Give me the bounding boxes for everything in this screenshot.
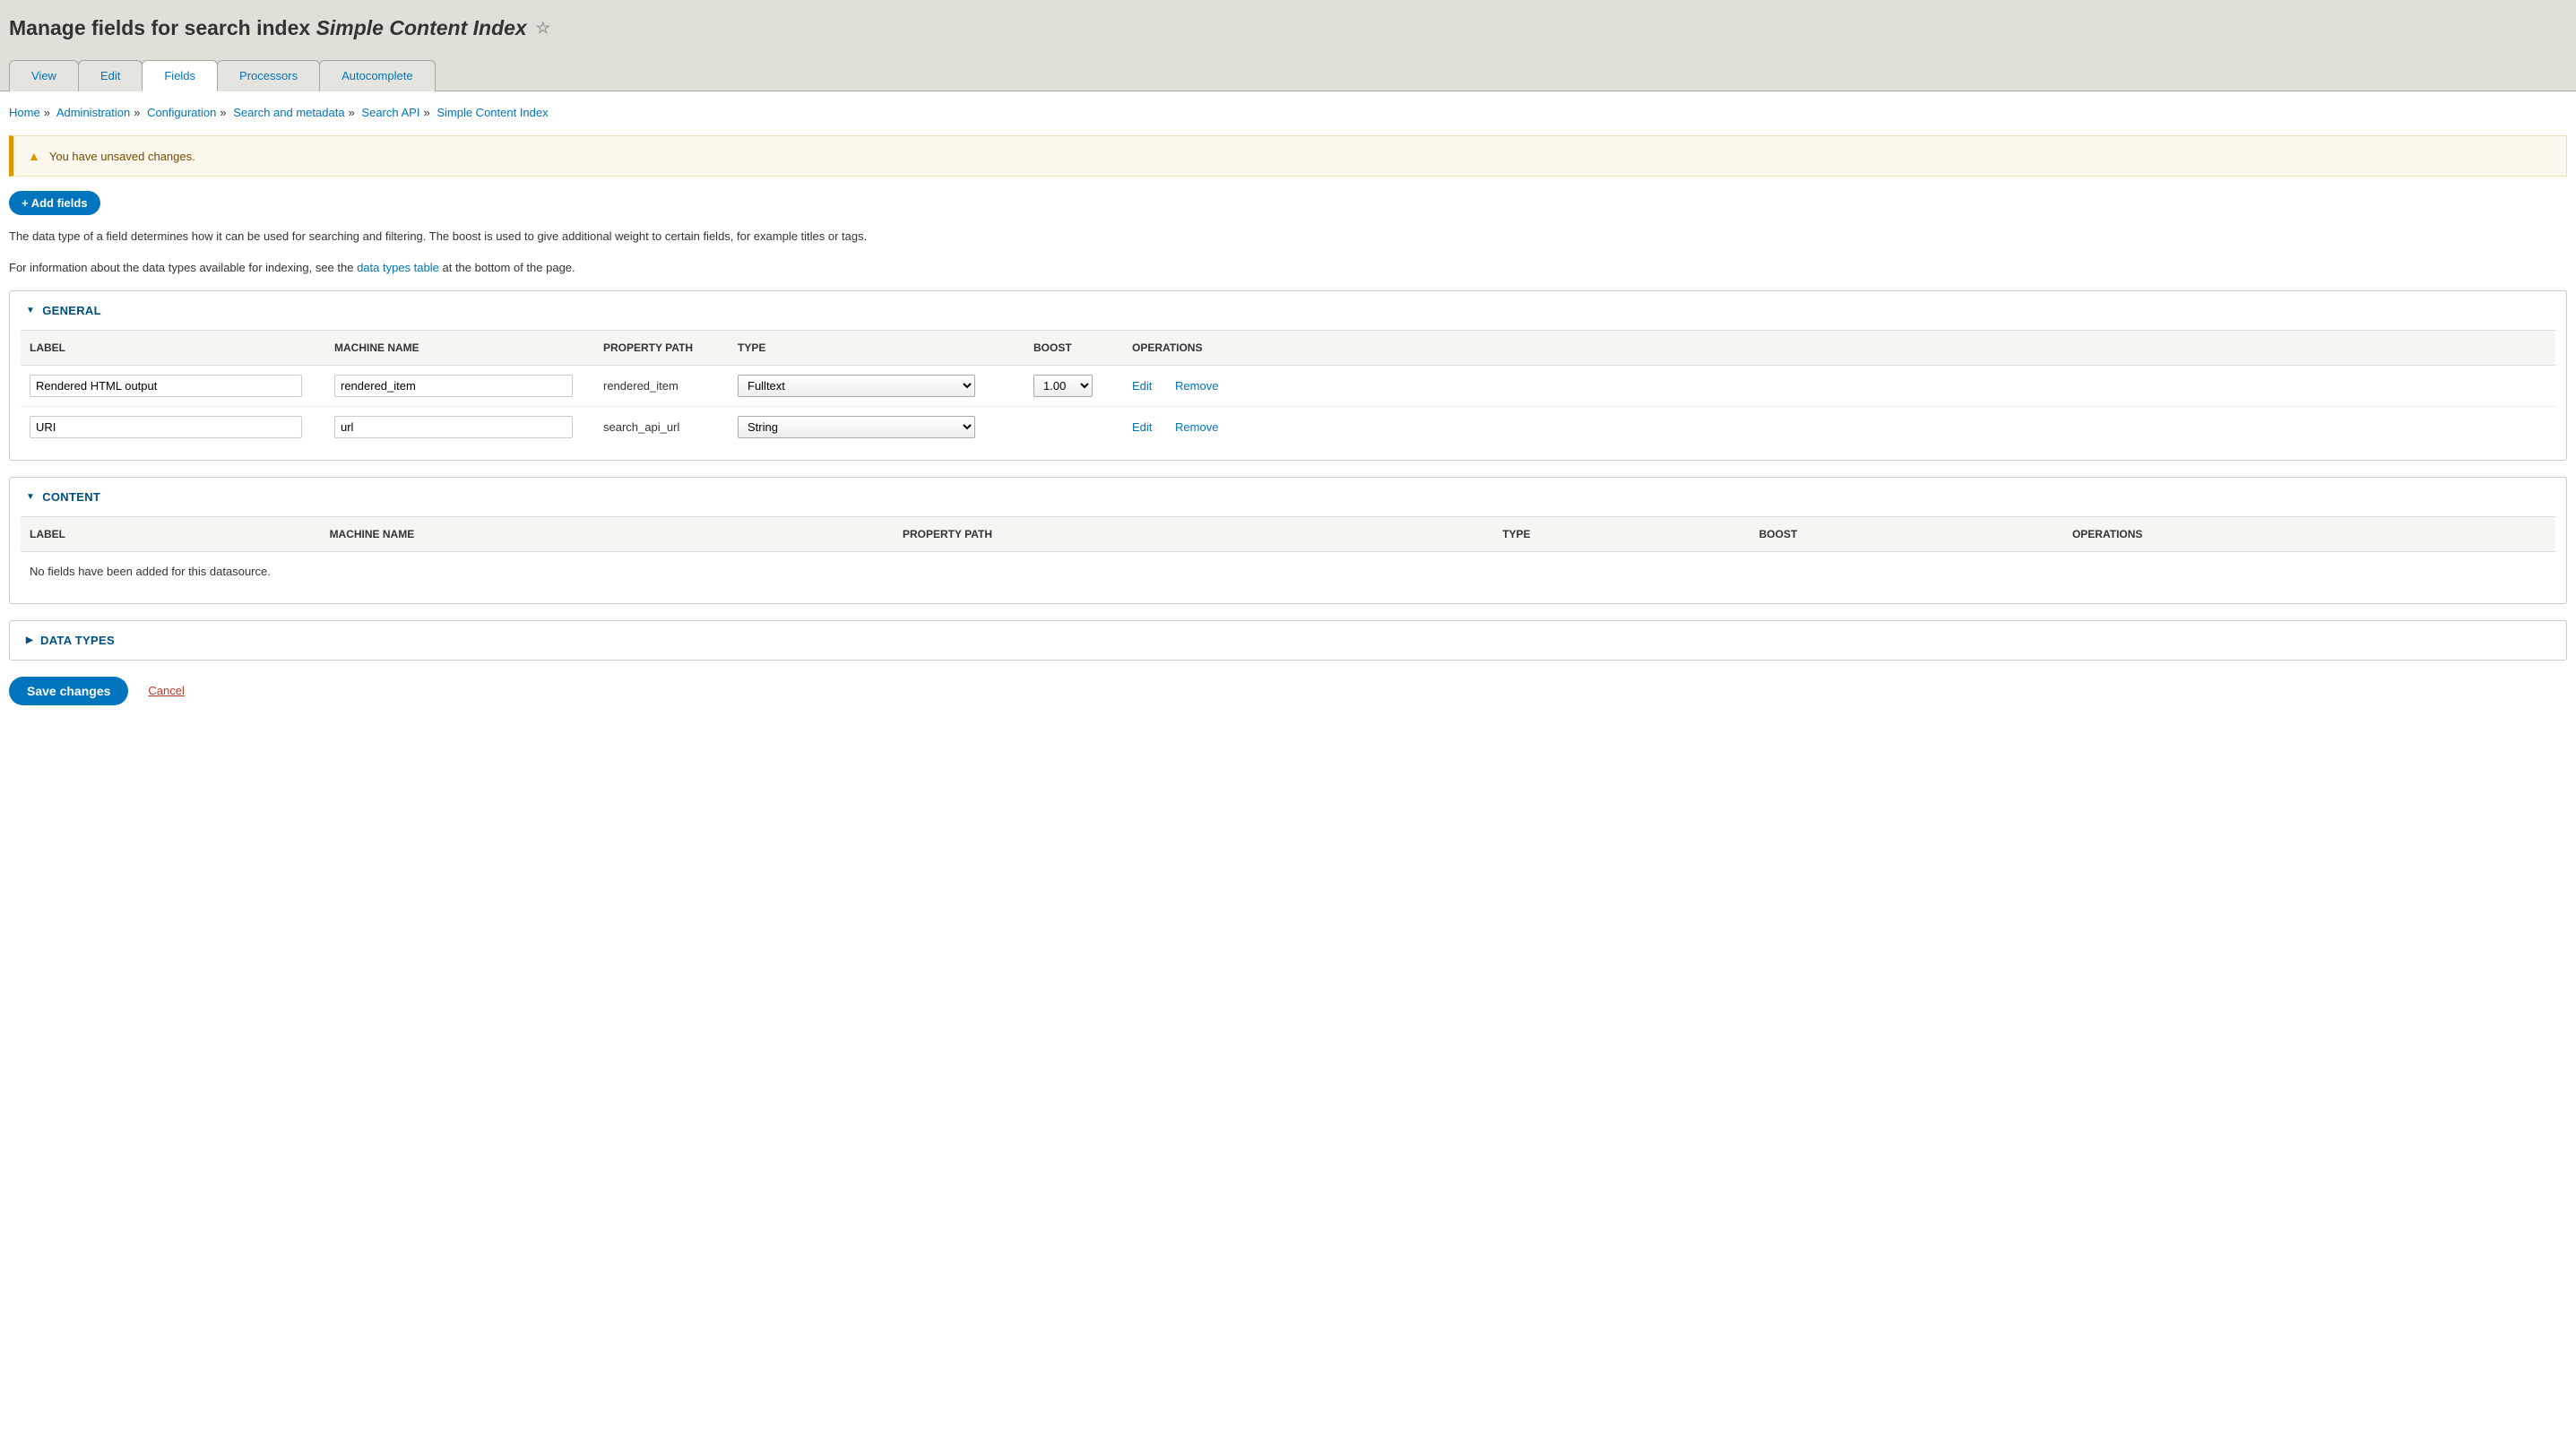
form-actions: Save changes Cancel xyxy=(9,677,2567,705)
col-type: TYPE xyxy=(1493,516,1750,551)
general-panel-toggle[interactable]: ▼ GENERAL xyxy=(10,291,2566,330)
general-panel-title: GENERAL xyxy=(42,304,101,317)
data-types-table-link[interactable]: data types table xyxy=(357,261,439,274)
tab-edit[interactable]: Edit xyxy=(78,60,143,91)
breadcrumb-search-api[interactable]: Search API xyxy=(361,106,419,119)
label-input[interactable] xyxy=(30,416,302,438)
unsaved-changes-warning: ▲ You have unsaved changes. xyxy=(9,135,2567,177)
col-operations: OPERATIONS xyxy=(2063,516,2555,551)
breadcrumb-configuration[interactable]: Configuration xyxy=(147,106,216,119)
machine-name-input[interactable] xyxy=(334,416,573,438)
tab-fields[interactable]: Fields xyxy=(142,60,218,91)
empty-message: No fields have been added for this datas… xyxy=(21,551,2555,591)
general-fields-table: LABEL MACHINE NAME PROPERTY PATH TYPE BO… xyxy=(21,330,2555,447)
col-machine-name: MACHINE NAME xyxy=(321,516,894,551)
content-panel-title: CONTENT xyxy=(42,490,100,504)
tab-view[interactable]: View xyxy=(9,60,79,91)
intro-paragraph-2: For information about the data types ava… xyxy=(9,259,2567,278)
data-types-panel-toggle[interactable]: ▶ DATA TYPES xyxy=(10,621,2566,660)
cancel-link[interactable]: Cancel xyxy=(148,684,184,697)
data-types-panel: ▶ DATA TYPES xyxy=(9,620,2567,661)
boost-select[interactable]: 1.00 xyxy=(1033,375,1093,397)
table-row: search_api_url String Edit Remove xyxy=(21,406,2555,447)
tab-processors[interactable]: Processors xyxy=(217,60,320,91)
page-title-index-name: Simple Content Index xyxy=(316,16,527,39)
col-machine-name: MACHINE NAME xyxy=(325,330,594,365)
primary-tabs: View Edit Fields Processors Autocomplete xyxy=(9,60,2567,91)
tab-autocomplete[interactable]: Autocomplete xyxy=(319,60,436,91)
edit-link[interactable]: Edit xyxy=(1132,420,1152,434)
intro-paragraph-1: The data type of a field determines how … xyxy=(9,228,2567,246)
remove-link[interactable]: Remove xyxy=(1175,379,1218,393)
property-path-cell: search_api_url xyxy=(594,406,729,447)
col-label: LABEL xyxy=(21,516,321,551)
col-operations: OPERATIONS xyxy=(1123,330,2555,365)
remove-link[interactable]: Remove xyxy=(1175,420,1218,434)
warning-icon: ▲ xyxy=(28,149,40,163)
type-select[interactable]: Fulltext xyxy=(738,375,975,397)
page-title: Manage fields for search index Simple Co… xyxy=(9,16,2567,40)
content-panel-toggle[interactable]: ▼ CONTENT xyxy=(10,478,2566,516)
content-fields-table: LABEL MACHINE NAME PROPERTY PATH TYPE BO… xyxy=(21,516,2555,591)
table-row: rendered_item Fulltext 1.00 Edit Remove xyxy=(21,365,2555,406)
empty-row: No fields have been added for this datas… xyxy=(21,551,2555,591)
col-boost: BOOST xyxy=(1024,330,1123,365)
warning-text: You have unsaved changes. xyxy=(49,150,195,163)
data-types-panel-title: DATA TYPES xyxy=(40,634,115,647)
col-label: LABEL xyxy=(21,330,325,365)
breadcrumb-index[interactable]: Simple Content Index xyxy=(437,106,548,119)
star-icon[interactable]: ☆ xyxy=(536,19,550,38)
edit-link[interactable]: Edit xyxy=(1132,379,1152,393)
general-panel: ▼ GENERAL LABEL MACHINE NAME PROPERTY PA… xyxy=(9,290,2567,461)
type-select[interactable]: String xyxy=(738,416,975,438)
col-property-path: PROPERTY PATH xyxy=(894,516,1493,551)
col-boost: BOOST xyxy=(1750,516,2063,551)
boost-cell-empty xyxy=(1024,406,1123,447)
col-type: TYPE xyxy=(729,330,1024,365)
machine-name-input[interactable] xyxy=(334,375,573,397)
chevron-down-icon: ▼ xyxy=(26,492,35,502)
breadcrumb-home[interactable]: Home xyxy=(9,106,40,119)
breadcrumb: Home» Administration» Configuration» Sea… xyxy=(9,106,2567,119)
content-panel: ▼ CONTENT LABEL MACHINE NAME PROPERTY PA… xyxy=(9,477,2567,604)
chevron-right-icon: ▶ xyxy=(26,635,33,645)
chevron-down-icon: ▼ xyxy=(26,306,35,315)
save-changes-button[interactable]: Save changes xyxy=(9,677,128,705)
label-input[interactable] xyxy=(30,375,302,397)
add-fields-button[interactable]: + Add fields xyxy=(9,191,100,215)
page-title-prefix: Manage fields for search index xyxy=(9,16,316,39)
col-property-path: PROPERTY PATH xyxy=(594,330,729,365)
breadcrumb-search-and-metadata[interactable]: Search and metadata xyxy=(233,106,344,119)
breadcrumb-administration[interactable]: Administration xyxy=(56,106,130,119)
property-path-cell: rendered_item xyxy=(594,365,729,406)
